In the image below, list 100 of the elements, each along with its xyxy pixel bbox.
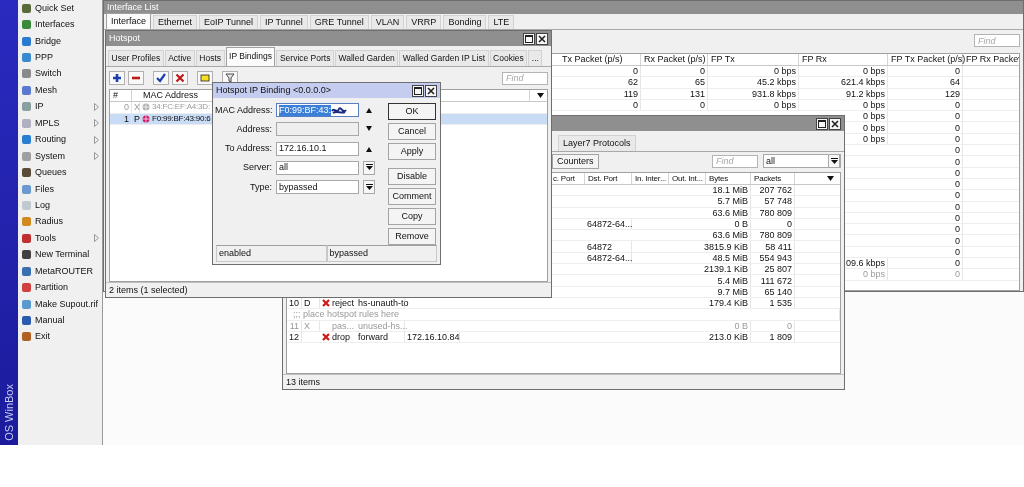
tab[interactable]: User Profiles	[108, 50, 164, 66]
table-cell: drop	[332, 332, 350, 342]
sidebar-item[interactable]: IP	[18, 98, 102, 116]
column-header[interactable]: #	[110, 90, 132, 101]
field-label: Server:	[242, 162, 272, 174]
dropdown-button[interactable]	[363, 160, 375, 175]
sidebar-item[interactable]: Quick Set	[18, 0, 102, 17]
sidebar-item[interactable]: Radius	[18, 213, 102, 231]
sidebar-item[interactable]: Switch	[18, 65, 102, 83]
close-icon	[831, 119, 839, 128]
add-button[interactable]	[109, 71, 125, 85]
sidebar-item[interactable]: Manual	[18, 312, 102, 329]
tab[interactable]: GRE Tunnel	[309, 15, 369, 29]
item-icon	[21, 199, 32, 211]
tab[interactable]: Interface	[106, 13, 152, 29]
column-header[interactable]: Rx Packet (p/s)	[641, 54, 708, 65]
tab[interactable]: Active	[164, 50, 195, 66]
column-header[interactable]: Bytes	[706, 173, 751, 184]
enable-button[interactable]	[153, 71, 169, 85]
sidebar-item[interactable]: System	[18, 147, 102, 165]
tab[interactable]: Layer7 Protocols	[558, 135, 636, 151]
remove-button[interactable]	[128, 71, 144, 85]
column-header[interactable]: FP Rx	[799, 54, 888, 65]
table-cell: 34:FC:EF:A4:3D:	[152, 102, 210, 113]
table-cell: 0	[641, 99, 708, 111]
sidebar-item[interactable]: Partition	[18, 279, 102, 296]
input-field[interactable]: 172.16.10.1	[276, 141, 359, 156]
tab[interactable]: Cookies	[489, 50, 528, 66]
tab[interactable]: ...	[528, 50, 543, 66]
tab[interactable]: Walled Garden IP List	[399, 50, 489, 66]
sidebar-item[interactable]: Mesh	[18, 82, 102, 99]
tab[interactable]: VLAN	[370, 15, 405, 29]
input-field[interactable]: F0:99:BF:43:	[276, 103, 359, 117]
sidebar-item[interactable]: Routing	[18, 131, 102, 148]
tab[interactable]: Ethernet	[153, 15, 198, 29]
counters-button[interactable]: Counters	[552, 153, 599, 169]
close-button[interactable]	[536, 32, 548, 45]
disable-button[interactable]	[172, 71, 188, 85]
dialog-button[interactable]: Cancel	[388, 123, 436, 140]
dropdown-arrow-icon	[365, 183, 373, 191]
tab[interactable]: Walled Garden	[334, 50, 399, 66]
sidebar-item[interactable]: Exit	[18, 328, 102, 346]
maximize-button[interactable]	[816, 117, 828, 130]
find-field[interactable]: Find	[502, 71, 548, 85]
sidebar-item[interactable]: PPP	[18, 49, 102, 66]
column-header[interactable]: In. Inter...	[632, 173, 669, 184]
filter-select[interactable]: all	[763, 154, 841, 168]
sidebar-item[interactable]: MPLS	[18, 115, 102, 132]
sidebar-item[interactable]: New Terminal	[18, 246, 102, 263]
table-cell: 91.2 kbps	[799, 88, 888, 99]
column-header[interactable]: Out. Int...	[669, 173, 706, 184]
dialog-button[interactable]: Remove	[388, 228, 436, 245]
tab[interactable]: IP Tunnel	[259, 15, 308, 29]
close-icon	[427, 86, 435, 95]
dialog-button[interactable]: Disable	[388, 168, 436, 185]
column-header[interactable]: FP Tx	[708, 54, 799, 65]
dialog-button[interactable]: Comment	[388, 188, 436, 205]
sidebar-item[interactable]: Log	[18, 197, 102, 214]
input-field[interactable]: bypassed	[276, 180, 359, 195]
dialog-button[interactable]: Apply	[388, 143, 436, 160]
table-cell: 0	[888, 190, 963, 201]
table-cell: 0	[559, 66, 641, 77]
comment-button[interactable]	[197, 71, 213, 85]
tab[interactable]: Service Ports	[276, 50, 334, 66]
dropdown-button[interactable]	[363, 180, 375, 195]
maximize-button[interactable]	[412, 84, 424, 97]
window-title: Hotspot	[109, 33, 141, 44]
column-header[interactable]: FP Rx Packe	[966, 54, 1019, 65]
sidebar-item[interactable]: Queues	[18, 164, 102, 181]
table-cell: 0	[888, 99, 963, 111]
column-header[interactable]: c. Port	[553, 173, 575, 184]
maximize-button[interactable]	[523, 32, 535, 45]
table-cell: 0 B	[706, 320, 751, 331]
tab[interactable]: Bonding	[443, 15, 487, 29]
sidebar-item[interactable]: Bridge	[18, 32, 102, 50]
column-header[interactable]: Tx Packet (p/s)	[559, 54, 641, 65]
find-field[interactable]: Find	[974, 34, 1020, 47]
column-header[interactable]: FP Tx Packet (p/s)	[888, 54, 963, 65]
dialog-button[interactable]: Copy	[388, 208, 436, 225]
tab[interactable]: Hosts	[195, 50, 225, 66]
close-button[interactable]	[829, 117, 841, 130]
column-header[interactable]: Packets	[751, 173, 795, 184]
status-text: bypassed	[326, 245, 437, 262]
close-button[interactable]	[425, 84, 437, 97]
sidebar-item[interactable]: Make Supout.rif	[18, 295, 102, 313]
tab[interactable]: IP Bindings	[225, 47, 276, 66]
sidebar-item[interactable]: Files	[18, 180, 102, 198]
maximize-icon	[414, 86, 422, 95]
tab[interactable]: LTE	[488, 15, 515, 29]
tab[interactable]: VRRP	[406, 15, 442, 29]
sidebar-item[interactable]: MetaROUTER	[18, 263, 102, 280]
sidebar-item[interactable]: Interfaces	[18, 16, 102, 33]
table-cell: unused-hs...	[356, 320, 405, 331]
table-cell: 554 943	[751, 252, 795, 264]
input-field[interactable]: all	[276, 160, 359, 175]
column-header[interactable]: Dst. Port	[585, 173, 632, 184]
tab[interactable]: EoIP Tunnel	[199, 15, 258, 29]
sidebar-item[interactable]: Tools	[18, 230, 102, 247]
find-field[interactable]: Find	[712, 154, 758, 168]
dialog-button[interactable]: OK	[388, 103, 436, 120]
